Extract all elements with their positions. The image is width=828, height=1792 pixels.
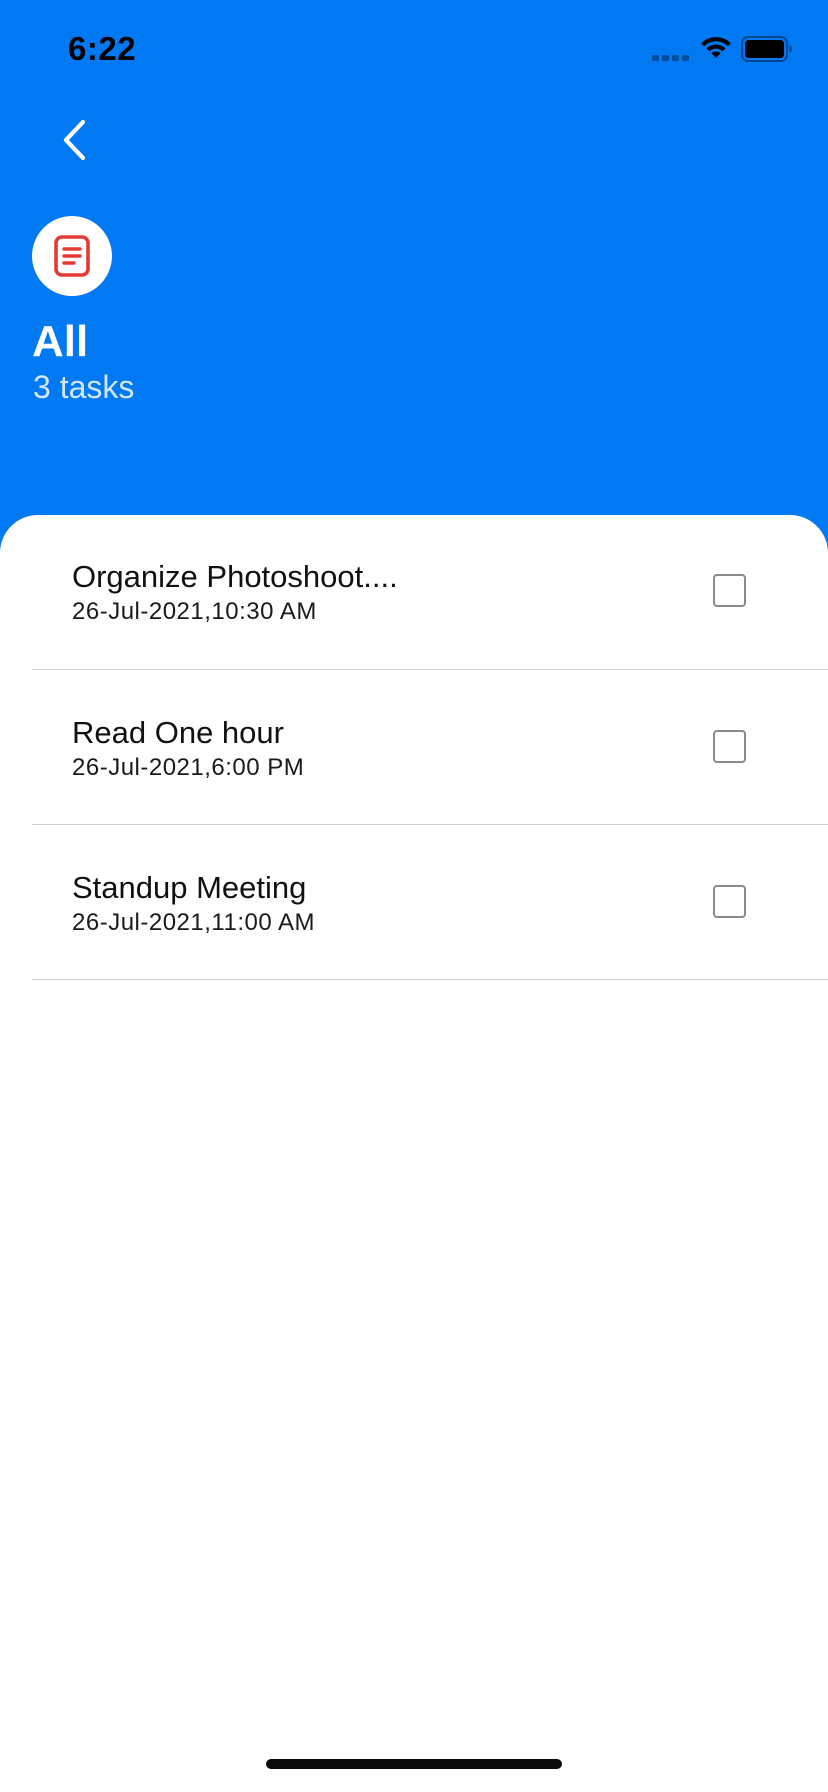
wifi-icon bbox=[701, 37, 731, 58]
signal-icon bbox=[652, 55, 689, 61]
battery-icon bbox=[741, 36, 792, 62]
status-bar: 6:22 bbox=[0, 0, 828, 100]
task-checkbox[interactable] bbox=[713, 574, 746, 607]
chevron-left-icon bbox=[63, 119, 86, 161]
task-checkbox[interactable] bbox=[713, 885, 746, 918]
task-count: 3 tasks bbox=[33, 369, 135, 405]
task-sheet: Organize Photoshoot.... 26-Jul-2021,10:3… bbox=[0, 515, 828, 1792]
page-title: All bbox=[32, 317, 89, 366]
task-list: Organize Photoshoot.... 26-Jul-2021,10:3… bbox=[32, 515, 828, 980]
task-date: 26-Jul-2021,10:30 AM bbox=[72, 598, 317, 625]
task-row[interactable]: Read One hour 26-Jul-2021,6:00 PM bbox=[32, 670, 828, 825]
app-screen: 6:22 All 3 tasks Organize Photoshoot....… bbox=[0, 0, 828, 1792]
task-title: Standup Meeting bbox=[72, 870, 307, 905]
back-button[interactable] bbox=[52, 112, 102, 168]
task-row[interactable]: Organize Photoshoot.... 26-Jul-2021,10:3… bbox=[32, 515, 828, 670]
document-list-icon bbox=[54, 235, 90, 277]
home-indicator bbox=[266, 1759, 562, 1769]
task-date: 26-Jul-2021,6:00 PM bbox=[72, 754, 305, 781]
status-time: 6:22 bbox=[68, 30, 137, 67]
task-checkbox[interactable] bbox=[713, 730, 746, 763]
task-row[interactable]: Standup Meeting 26-Jul-2021,11:00 AM bbox=[32, 825, 828, 980]
list-icon-badge bbox=[32, 216, 112, 296]
task-title: Read One hour bbox=[72, 715, 284, 750]
task-title: Organize Photoshoot.... bbox=[72, 559, 398, 594]
task-date: 26-Jul-2021,11:00 AM bbox=[72, 909, 316, 936]
